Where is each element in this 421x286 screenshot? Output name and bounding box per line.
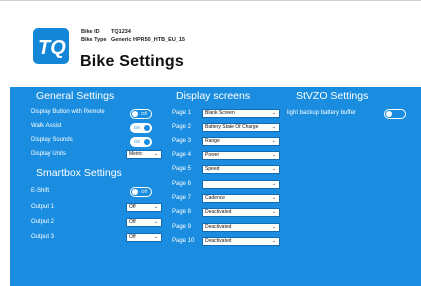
general-settings-title: General Settings	[36, 90, 115, 102]
stvzo-settings-title: StVZO Settings	[296, 90, 369, 102]
select-value: Range	[205, 138, 220, 144]
select-value: Cadence	[205, 195, 226, 201]
chevron-down-icon: ⌄	[153, 219, 158, 225]
page-7-select[interactable]: Cadence ⌄	[202, 194, 280, 203]
select-value: Speed	[205, 166, 220, 172]
page-10-select[interactable]: Deactivated ⌄	[202, 237, 280, 246]
light-backup-label: light backup battery buffer	[287, 110, 356, 116]
toggle-knob	[144, 139, 150, 145]
bike-settings-page: TQ Bike ID TQ1234 Bike Type Generic HPR50_…	[0, 0, 421, 286]
select-value: Off	[129, 234, 136, 240]
chevron-down-icon: ⌄	[153, 204, 158, 210]
select-value: Power	[205, 152, 220, 158]
select-value: Blank Screen	[205, 110, 235, 116]
page-3-select[interactable]: Range ⌄	[202, 137, 280, 146]
page-10-label: Page 10	[172, 238, 195, 244]
bike-meta: Bike ID TQ1234 Bike Type Generic HPR50_HTB…	[81, 28, 185, 44]
select-value: Battery State Of Charge	[205, 124, 259, 130]
settings-panel: General Settings Display Button with Rem…	[10, 87, 421, 286]
page-5-select[interactable]: Speed ⌄	[202, 165, 280, 174]
display-screens-title: Display screens	[176, 90, 251, 102]
toggle-knob	[132, 111, 138, 117]
chevron-down-icon: ⌄	[153, 151, 158, 157]
select-value: Deactivated	[205, 224, 232, 230]
eshift-toggle[interactable]: Off	[130, 187, 152, 197]
page-4-select[interactable]: Power ⌄	[202, 151, 280, 160]
bike-id-label: Bike ID	[81, 29, 100, 35]
select-value: Off	[129, 219, 136, 225]
page-9-label: Page 9	[172, 224, 192, 230]
toggle-knob	[144, 125, 150, 131]
display-sounds-label: Display Sounds	[31, 137, 73, 143]
chevron-down-icon: ⌄	[153, 234, 158, 240]
tq-logo-icon: TQ	[33, 28, 69, 64]
chevron-down-icon: ⌄	[271, 166, 276, 172]
chevron-down-icon: ⌄	[271, 181, 276, 187]
toggle-state-text: Off	[141, 189, 147, 194]
select-value: Deactivated	[205, 209, 232, 215]
page-1-select[interactable]: Blank Screen ⌄	[202, 109, 280, 118]
page-3-label: Page 3	[172, 138, 192, 144]
chevron-down-icon: ⌄	[271, 138, 276, 144]
output-2-select[interactable]: Off ⌄	[126, 218, 162, 227]
select-value: Deactivated	[205, 238, 232, 244]
page-1-label: Page 1	[172, 110, 192, 116]
bike-type-value: Generic HPR50_HTB_EU_15	[111, 37, 185, 43]
toggle-knob	[386, 111, 392, 117]
bike-type-label: Bike Type	[81, 37, 107, 43]
chevron-down-icon: ⌄	[271, 224, 276, 230]
select-value: Metric	[129, 151, 143, 157]
output-1-label: Output 1	[31, 204, 55, 210]
eshift-label: E-Shift	[31, 188, 50, 194]
bike-id-value: TQ1234	[111, 29, 131, 35]
output-3-label: Output 3	[31, 234, 55, 240]
light-backup-toggle[interactable]	[384, 109, 406, 119]
chevron-down-icon: ⌄	[271, 195, 276, 201]
page-2-select[interactable]: Battery State Of Charge ⌄	[202, 123, 280, 132]
page-8-select[interactable]: Deactivated ⌄	[202, 208, 280, 217]
svg-text:TQ: TQ	[38, 37, 66, 59]
chevron-down-icon: ⌄	[271, 238, 276, 244]
toggle-state-text: Off	[141, 111, 147, 116]
display-units-label: Display Units	[31, 151, 67, 157]
display-button-toggle[interactable]: Off	[130, 109, 152, 119]
header: TQ Bike ID TQ1234 Bike Type Generic HPR50_…	[0, 1, 421, 87]
toggle-state-text: On	[134, 139, 141, 144]
walk-assist-toggle[interactable]: On	[130, 123, 152, 133]
display-button-label: Display Button with Remote	[31, 109, 105, 115]
chevron-down-icon: ⌄	[271, 209, 276, 215]
smartbox-settings-title: Smartbox Settings	[36, 167, 122, 179]
page-9-select[interactable]: Deactivated ⌄	[202, 223, 280, 232]
toggle-state-text: On	[134, 125, 141, 130]
output-3-select[interactable]: Off ⌄	[126, 233, 162, 242]
page-4-label: Page 4	[172, 152, 192, 158]
chevron-down-icon: ⌄	[271, 152, 276, 158]
page-6-label: Page 6	[172, 181, 192, 187]
output-2-label: Output 2	[31, 219, 55, 225]
walk-assist-label: Walk Assist	[31, 123, 62, 129]
page-5-label: Page 5	[172, 166, 192, 172]
chevron-down-icon: ⌄	[271, 110, 276, 116]
page-8-label: Page 8	[172, 209, 192, 215]
page-2-label: Page 2	[172, 124, 192, 130]
output-1-select[interactable]: Off ⌄	[126, 203, 162, 212]
display-units-select[interactable]: Metric ⌄	[126, 150, 162, 159]
toggle-knob	[132, 189, 138, 195]
chevron-down-icon: ⌄	[271, 124, 276, 130]
page-title: Bike Settings	[80, 53, 184, 70]
display-sounds-toggle[interactable]: On	[130, 137, 152, 147]
select-value: Off	[129, 204, 136, 210]
page-7-label: Page 7	[172, 195, 192, 201]
page-6-select[interactable]: ⌄	[202, 180, 280, 189]
